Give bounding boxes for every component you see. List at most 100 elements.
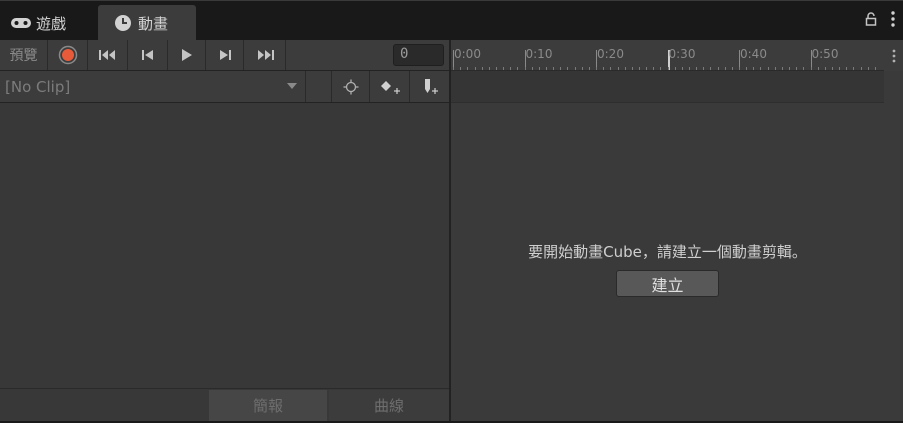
ruler-minor-tick xyxy=(546,67,547,70)
ruler-minor-tick xyxy=(467,67,469,70)
skip-to-end-icon xyxy=(257,50,274,60)
record-icon xyxy=(58,45,77,65)
ruler-minor-tick xyxy=(531,67,533,70)
ruler-minor-tick xyxy=(538,67,540,70)
ruler-time-label: 0:30 xyxy=(668,47,696,61)
ruler-minor-tick xyxy=(753,67,755,70)
ruler-minor-tick xyxy=(717,67,719,70)
ruler-minor-tick xyxy=(739,67,740,70)
ruler-minor-tick xyxy=(817,67,819,70)
ruler-minor-tick xyxy=(831,67,833,70)
tab-animation-label: 動畫 xyxy=(138,14,169,33)
ruler-minor-tick xyxy=(789,67,790,70)
ruler-minor-tick xyxy=(638,67,640,70)
ruler-minor-tick xyxy=(853,67,855,70)
record-button[interactable] xyxy=(48,40,88,70)
chevron-down-icon xyxy=(287,83,297,89)
ruler-minor-tick xyxy=(796,67,798,70)
preview-button[interactable]: 預覽 xyxy=(0,40,48,70)
ruler-minor-tick xyxy=(488,67,490,70)
frame-input[interactable]: 0 xyxy=(393,44,444,66)
ruler-minor-tick xyxy=(617,67,619,70)
ruler-minor-tick xyxy=(474,67,476,70)
ruler-minor-tick xyxy=(567,67,569,70)
ruler-minor-tick xyxy=(660,67,662,70)
step-back-icon xyxy=(141,50,153,60)
ruler-minor-tick xyxy=(646,67,648,70)
ruler-minor-tick xyxy=(760,67,762,70)
crosshair-icon xyxy=(343,79,358,94)
clock-icon xyxy=(112,15,134,31)
ruler-minor-tick xyxy=(696,67,698,70)
ruler-minor-tick xyxy=(624,67,626,70)
next-keyframe-button[interactable] xyxy=(206,40,244,70)
ruler-minor-tick xyxy=(767,67,769,70)
lock-icon[interactable] xyxy=(865,12,877,30)
ruler-minor-tick xyxy=(810,67,812,70)
ruler-minor-tick xyxy=(596,67,597,70)
tab-game-label: 遊戲 xyxy=(36,14,67,33)
ruler-minor-tick xyxy=(560,67,562,70)
ruler-minor-tick xyxy=(731,67,733,70)
ruler-minor-tick xyxy=(824,67,826,70)
ruler-minor-tick xyxy=(846,67,848,70)
ruler-minor-tick xyxy=(667,67,669,70)
ruler-minor-tick xyxy=(517,67,519,70)
ruler-minor-tick xyxy=(588,67,590,70)
timeline-ruler[interactable]: 0:00 0:10 0:20 0:30 0:40 0:50 xyxy=(451,40,884,71)
tab-game[interactable]: 遊戲 xyxy=(10,5,94,41)
ruler-minor-tick xyxy=(689,67,690,70)
tab-dopesheet[interactable]: 簡報 xyxy=(209,390,327,421)
ruler-minor-tick xyxy=(631,67,633,70)
previous-keyframe-button[interactable] xyxy=(128,40,168,70)
last-keyframe-button[interactable] xyxy=(244,40,286,70)
ruler-minor-tick xyxy=(724,67,726,70)
gamepad-icon xyxy=(10,15,32,31)
timeline-area: 0:00 0:10 0:20 0:30 0:40 0:50 要開始動畫Cube，請建立一個… xyxy=(451,40,903,421)
property-panel: 預覽 0 [No Clip] 簡報 曲線 xyxy=(0,40,449,421)
tab-curves[interactable]: 曲線 xyxy=(329,390,449,421)
ruler-minor-tick xyxy=(581,67,583,70)
play-button[interactable] xyxy=(168,40,206,70)
ruler-minor-tick xyxy=(495,67,497,70)
clip-dropdown[interactable]: [No Clip] xyxy=(0,71,306,102)
add-event-icon xyxy=(424,78,438,94)
add-keyframe-button[interactable] xyxy=(370,71,410,102)
ruler-minor-tick xyxy=(510,67,512,70)
ruler-minor-tick xyxy=(603,67,605,70)
animation-panel: 預覽 0 [No Clip] 簡報 曲線 0:00 0:10 0:20 0:30… xyxy=(0,40,903,421)
ruler-minor-tick xyxy=(574,67,576,70)
step-forward-icon xyxy=(219,50,231,60)
event-track-gutter xyxy=(884,71,903,103)
window-tab-strip: 遊戲 動畫 xyxy=(0,0,903,41)
kebab-menu-icon[interactable] xyxy=(891,11,895,31)
tab-animation[interactable]: 動畫 xyxy=(98,5,196,41)
ruler-minor-tick xyxy=(703,67,705,70)
ruler-time-label: 0:00 xyxy=(454,47,481,61)
add-event-button[interactable] xyxy=(410,71,449,102)
first-keyframe-button[interactable] xyxy=(88,40,128,70)
ruler-minor-tick xyxy=(803,67,805,70)
ruler-minor-tick xyxy=(674,67,676,70)
ruler-minor-tick xyxy=(781,67,783,70)
ruler-minor-tick xyxy=(553,67,555,70)
timeline-options-button[interactable] xyxy=(884,40,903,71)
clip-toolbar: [No Clip] xyxy=(0,71,449,103)
ruler-minor-tick xyxy=(653,67,655,70)
skip-to-start-icon xyxy=(98,50,115,60)
ruler-minor-tick xyxy=(610,67,612,70)
playback-toolbar: 預覽 0 xyxy=(0,40,449,71)
create-clip-button[interactable]: 建立 xyxy=(616,270,719,297)
event-track[interactable] xyxy=(451,71,884,103)
filter-by-selection-button[interactable] xyxy=(332,71,370,102)
kebab-menu-icon xyxy=(892,49,895,62)
add-keyframe-icon xyxy=(380,80,400,94)
ruler-time-label: 0:10 xyxy=(525,47,553,61)
clip-dropdown-value: [No Clip] xyxy=(5,77,71,96)
ruler-minor-tick xyxy=(481,67,483,70)
ruler-minor-tick xyxy=(524,67,526,70)
ruler-minor-tick xyxy=(503,67,504,70)
ruler-minor-tick xyxy=(867,67,869,70)
play-icon xyxy=(181,49,192,61)
ruler-minor-tick xyxy=(460,67,462,70)
